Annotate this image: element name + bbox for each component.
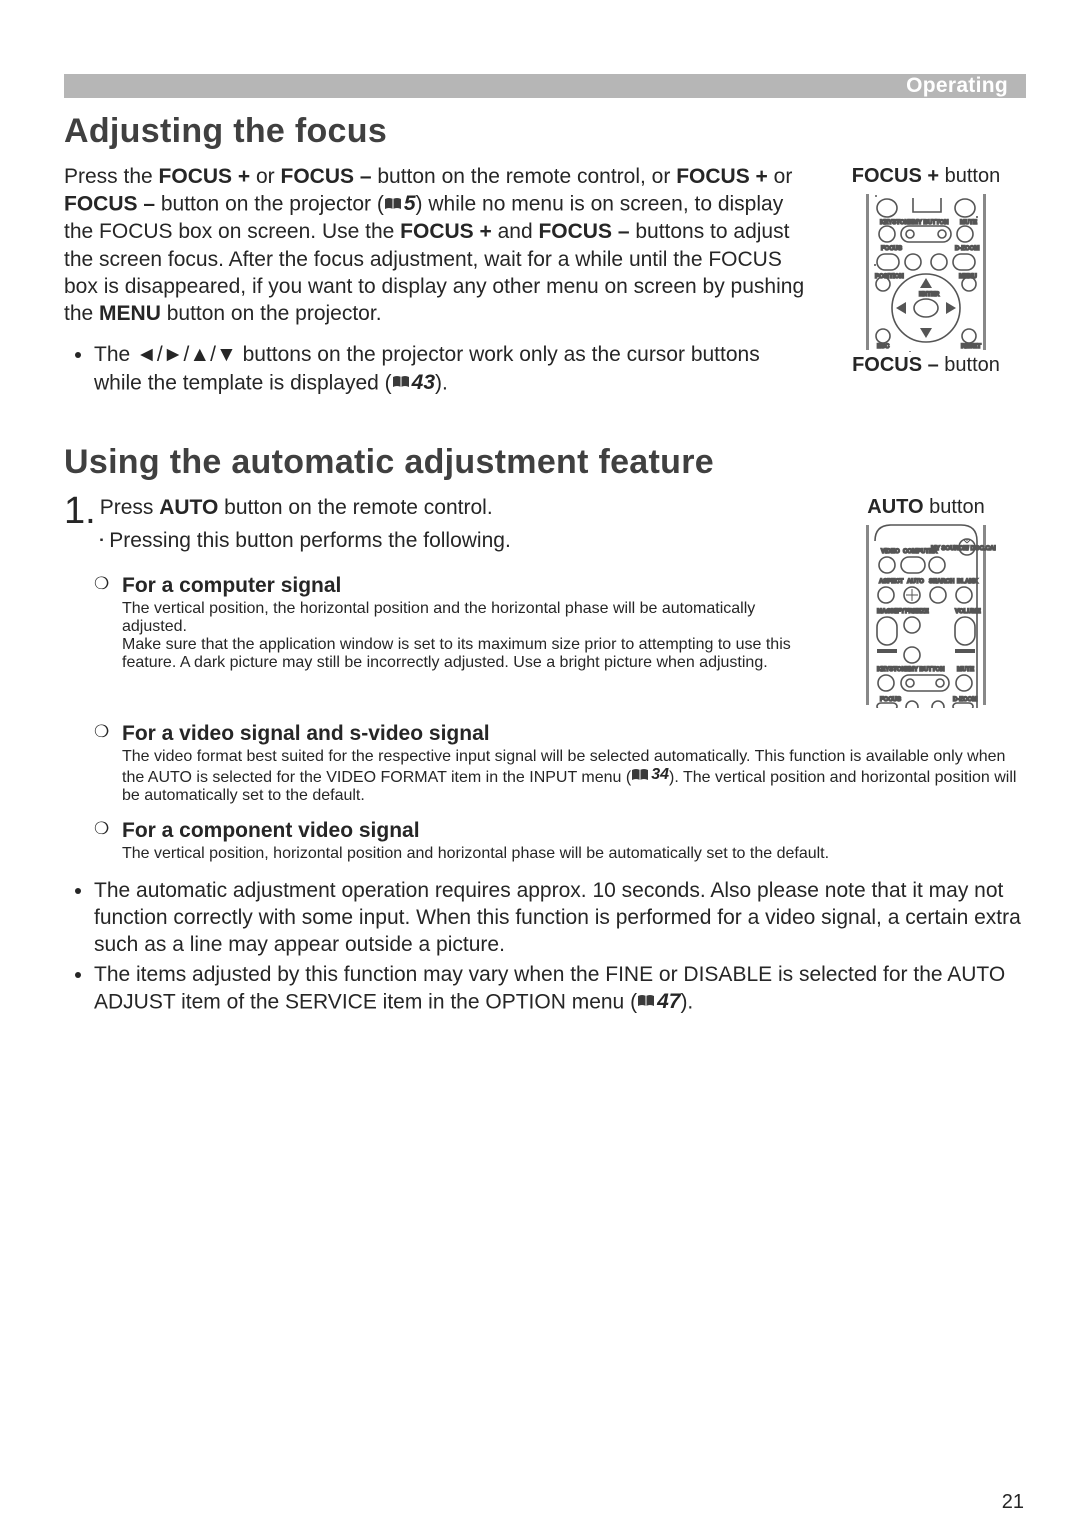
o-item-video-body: The video format best suited for the res… [122, 748, 1026, 805]
step-number: 1. [64, 494, 96, 528]
svg-text:MY SOURCE/ DOC.CAMERA: MY SOURCE/ DOC.CAMERA [931, 546, 996, 552]
caption-focus-minus: FOCUS – button [852, 354, 1000, 377]
o-item-component-body: The vertical position, horizontal positi… [122, 845, 829, 863]
svg-text:MUTE: MUTE [960, 220, 977, 226]
heading-adjusting-focus: Adjusting the focus [64, 112, 1026, 151]
manual-reference-icon [631, 768, 649, 782]
sub-bullet-icon: ▪ [100, 535, 104, 546]
caption-auto: AUTO button [867, 496, 984, 519]
svg-text:KEYSTONE: KEYSTONE [880, 220, 913, 226]
auto-note-1: The automatic adjustment operation requi… [94, 877, 1026, 959]
manual-reference-icon [384, 197, 402, 211]
svg-text:MUTE: MUTE [957, 667, 974, 673]
svg-text:ASPECT: ASPECT [879, 579, 904, 585]
auto-step1-line2: Pressing this button performs the follow… [109, 529, 511, 552]
content: Adjusting the focus Press the FOCUS + or… [64, 106, 1026, 1018]
caption-focus-plus: FOCUS + button [852, 165, 1000, 188]
svg-text:BLANK: BLANK [957, 579, 979, 585]
auto-step1-line1: Press AUTO button on the remote control. [100, 494, 511, 521]
auto-note-2: The items adjusted by this function may … [94, 961, 1026, 1016]
svg-text:D-ZOOM: D-ZOOM [955, 246, 979, 252]
svg-text:MY BUTTON: MY BUTTON [909, 667, 944, 673]
remote-mid-illustration: VIDEO COMPUTER MY SOURCE/ DOC.CAMERA ASP… [856, 523, 996, 708]
svg-text:SEARCH: SEARCH [929, 579, 954, 585]
svg-text:FREEZE: FREEZE [905, 609, 929, 615]
svg-text:D-ZOOM: D-ZOOM [953, 697, 977, 703]
hollow-circle-icon: ❍ [94, 819, 122, 863]
heading-auto-adjust: Using the automatic adjustment feature [64, 443, 1026, 482]
o-item-computer-body: The vertical position, the horizontal po… [122, 600, 808, 672]
svg-text:VOLUME: VOLUME [955, 609, 981, 615]
o-item-component: ❍ For a component video signal The verti… [94, 819, 1026, 863]
o-item-video: ❍ For a video signal and s-video signal … [94, 722, 1026, 805]
svg-text:ENTER: ENTER [919, 292, 940, 298]
manual-reference-icon [637, 994, 655, 1008]
svg-text:VIDEO: VIDEO [881, 549, 900, 555]
svg-text:FOCUS: FOCUS [881, 246, 902, 252]
focus-bullet: The ◄/►/▲/▼ buttons on the projector wor… [94, 341, 808, 396]
manual-reference-icon [392, 375, 410, 389]
svg-text:POSITION: POSITION [875, 274, 904, 280]
hollow-circle-icon: ❍ [94, 722, 122, 805]
svg-text:RESET: RESET [961, 344, 981, 350]
o-item-computer: ❍ For a computer signal The vertical pos… [94, 574, 808, 672]
remote-top-illustration: KEYSTONE MY BUTTON MUTE FOCUS D-ZOOM POS… [856, 192, 996, 352]
svg-text:FOCUS: FOCUS [880, 697, 901, 703]
focus-body: Press the FOCUS + or FOCUS – button on t… [64, 163, 808, 327]
svg-text:MAGNIFY: MAGNIFY [877, 609, 905, 615]
page: Operating Adjusting the focus Press the … [0, 0, 1080, 1532]
section-header: Operating [64, 74, 1026, 98]
hollow-circle-icon: ❍ [94, 574, 122, 672]
page-number: 21 [1002, 1491, 1024, 1514]
svg-text:AUTO: AUTO [907, 579, 924, 585]
svg-text:ESC: ESC [877, 344, 890, 350]
svg-text:MY BUTTON: MY BUTTON [913, 220, 948, 226]
section-title: Operating [906, 74, 1008, 98]
svg-text:KEYSTONE: KEYSTONE [877, 667, 910, 673]
